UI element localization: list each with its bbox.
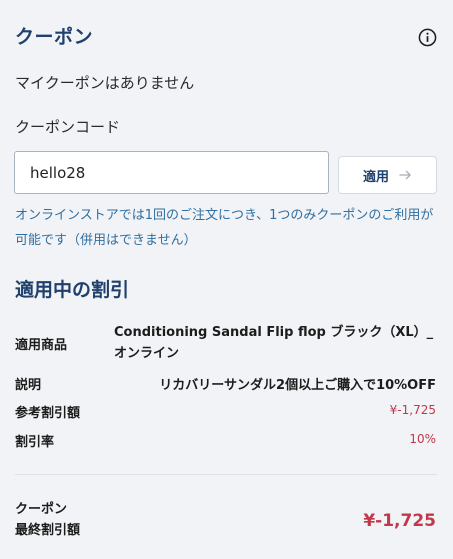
final-discount-label: クーポン 最終割引額: [15, 499, 105, 541]
discount-rate-label: 割引率: [15, 435, 55, 450]
applied-discount-title: 適用中の割引: [15, 279, 130, 301]
no-coupon-message: マイクーポンはありません: [15, 74, 195, 92]
description-value: リカバリーサンダル2個以上ご購入で10%OFF: [159, 378, 436, 393]
apply-button[interactable]: 適用: [338, 156, 437, 194]
arrow-right-icon: [399, 170, 411, 180]
info-icon[interactable]: [418, 28, 437, 47]
final-discount-label-line1: クーポン: [15, 502, 68, 517]
coupon-usage-note: オンラインストアでは1回のご注文につき、1つのみクーポンのご利用が可能です（併用…: [15, 208, 434, 248]
description-label: 説明: [15, 378, 42, 393]
reference-discount-value: ¥-1,725: [389, 403, 436, 417]
coupon-code-label: クーポンコード: [15, 118, 121, 136]
final-discount-label-line2: 最終割引額: [15, 523, 81, 538]
reference-discount-label: 参考割引額: [15, 406, 81, 421]
coupon-code-input[interactable]: [14, 151, 329, 194]
coupon-title: クーポン: [15, 26, 94, 48]
product-value: Conditioning Sandal Flip flop ブラック（XL）_オ…: [114, 325, 434, 361]
divider: [15, 474, 437, 475]
final-discount-value: ¥-1,725: [363, 511, 436, 531]
discount-rate-value: 10%: [409, 432, 436, 446]
apply-button-label: 適用: [362, 169, 389, 185]
product-label: 適用商品: [15, 338, 68, 353]
